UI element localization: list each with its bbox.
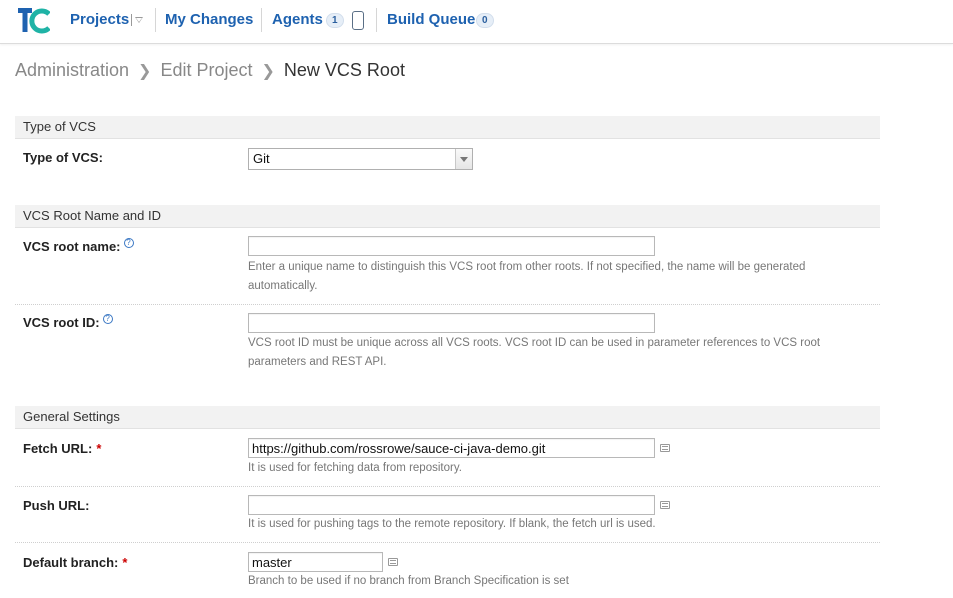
- agents-count-badge[interactable]: 1: [326, 13, 344, 28]
- nav-build-queue-link[interactable]: Build Queue: [387, 11, 475, 29]
- fetch-url-label-text: Fetch URL:: [23, 441, 93, 456]
- help-icon[interactable]: ?: [123, 238, 134, 248]
- required-asterisk: *: [122, 555, 128, 570]
- section-header-vcs-root-name-and-id: VCS Root Name and ID: [15, 205, 880, 228]
- vcs-root-name-hint: Enter a unique name to distinguish this …: [248, 261, 806, 292]
- vcs-root-id-hint: VCS root ID must be unique across all VC…: [248, 337, 821, 368]
- section-header-general-settings: General Settings: [15, 406, 880, 429]
- parameter-picker-icon[interactable]: [388, 558, 398, 566]
- default-branch-input[interactable]: [248, 552, 383, 572]
- breadcrumb: Administration ❯ Edit Project ❯ New VCS Root: [15, 59, 405, 81]
- type-of-vcs-label-text: Type of VCS:: [23, 150, 103, 165]
- vcs-root-id-label: VCS root ID:?: [23, 314, 113, 331]
- row-divider: [15, 542, 880, 543]
- nav-separator: [155, 8, 156, 32]
- nav-separator: [376, 8, 377, 32]
- teamcity-logo-icon[interactable]: [18, 6, 50, 36]
- breadcrumb-edit-project-link[interactable]: Edit Project: [160, 60, 252, 80]
- push-url-input[interactable]: [248, 495, 655, 515]
- fetch-url-hint: It is used for fetching data from reposi…: [248, 462, 462, 474]
- page-title: New VCS Root: [283, 60, 405, 80]
- row-divider: [15, 304, 880, 305]
- default-branch-hint: Branch to be used if no branch from Bran…: [248, 575, 569, 587]
- build-queue-count-badge[interactable]: 0: [476, 13, 494, 28]
- nav-my-changes-link[interactable]: My Changes: [165, 11, 253, 29]
- help-icon[interactable]: ?: [102, 314, 113, 324]
- parameter-picker-icon[interactable]: [660, 444, 670, 452]
- row-divider: [15, 486, 880, 487]
- vcs-type-selected-value: Git: [253, 151, 270, 166]
- breadcrumb-administration-link[interactable]: Administration: [15, 60, 129, 80]
- nav-projects-link[interactable]: Projects: [70, 11, 129, 29]
- breadcrumb-chevron-icon: ❯: [138, 63, 152, 80]
- vcs-root-name-label-text: VCS root name:: [23, 239, 121, 254]
- default-branch-label: Default branch: *: [23, 555, 127, 571]
- push-url-label: Push URL:: [23, 498, 89, 514]
- push-url-hint: It is used for pushing tags to the remot…: [248, 518, 656, 530]
- vcs-root-name-input[interactable]: [248, 236, 655, 256]
- default-branch-label-text: Default branch:: [23, 555, 119, 570]
- chevron-down-icon[interactable]: [455, 149, 472, 169]
- vcs-root-id-input[interactable]: [248, 313, 655, 333]
- vcs-type-select[interactable]: Git: [248, 148, 473, 170]
- required-asterisk: *: [96, 441, 102, 456]
- agent-device-icon[interactable]: [352, 11, 364, 30]
- nav-separator: [261, 8, 262, 32]
- breadcrumb-chevron-icon: ❯: [261, 63, 275, 80]
- fetch-url-label: Fetch URL: *: [23, 441, 101, 457]
- type-of-vcs-label: Type of VCS:: [23, 150, 103, 166]
- projects-dropdown-icon[interactable]: [131, 11, 145, 29]
- nav-agents-link[interactable]: Agents: [272, 11, 323, 29]
- fetch-url-input[interactable]: [248, 438, 655, 458]
- parameter-picker-icon[interactable]: [660, 501, 670, 509]
- top-navigation-bar: Projects My Changes Agents 1 Build Queue…: [0, 0, 953, 44]
- vcs-root-name-label: VCS root name:?: [23, 238, 134, 255]
- vcs-root-id-label-text: VCS root ID:: [23, 315, 100, 330]
- section-header-type-of-vcs: Type of VCS: [15, 116, 880, 139]
- push-url-label-text: Push URL:: [23, 498, 90, 513]
